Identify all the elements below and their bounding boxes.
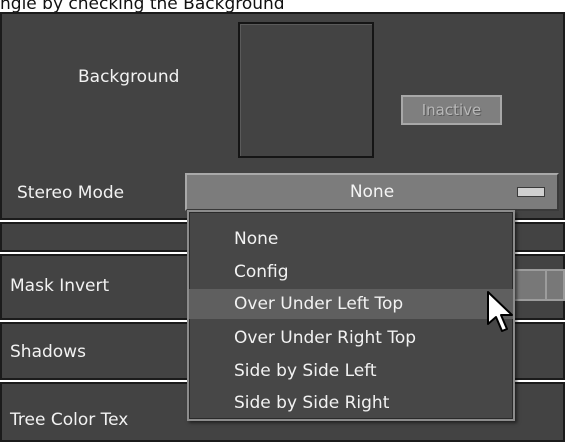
- option-side-by-side-left[interactable]: Side by Side Left: [189, 356, 513, 386]
- option-side-by-side-right[interactable]: Side by Side Right: [189, 388, 513, 418]
- stereo-mode-options-list: None Config Over Under Left Top Over Und…: [187, 210, 515, 421]
- dropdown-handle-icon: [517, 187, 545, 197]
- properties-panel: ngle by checking the Background Backgrou…: [0, 0, 565, 442]
- option-none[interactable]: None: [189, 224, 513, 254]
- stereo-mode-label: Stereo Mode: [17, 183, 125, 203]
- tree-color-text-label: Tree Color Tex: [10, 410, 129, 430]
- shadows-label: Shadows: [10, 342, 86, 362]
- option-config[interactable]: Config: [189, 257, 513, 287]
- inactive-button[interactable]: Inactive: [401, 95, 502, 125]
- background-color-swatch[interactable]: [238, 22, 374, 158]
- stereo-mode-selected-value: None: [349, 182, 395, 202]
- stereo-mode-dropdown[interactable]: None: [185, 173, 559, 211]
- option-over-under-left-top[interactable]: Over Under Left Top: [189, 289, 513, 319]
- option-over-under-right-top[interactable]: Over Under Right Top: [189, 323, 513, 353]
- background-label: Background: [78, 67, 180, 87]
- mask-invert-label: Mask Invert: [10, 276, 110, 296]
- mask-invert-button-2[interactable]: [545, 269, 565, 301]
- mouse-pointer-icon: [487, 291, 513, 332]
